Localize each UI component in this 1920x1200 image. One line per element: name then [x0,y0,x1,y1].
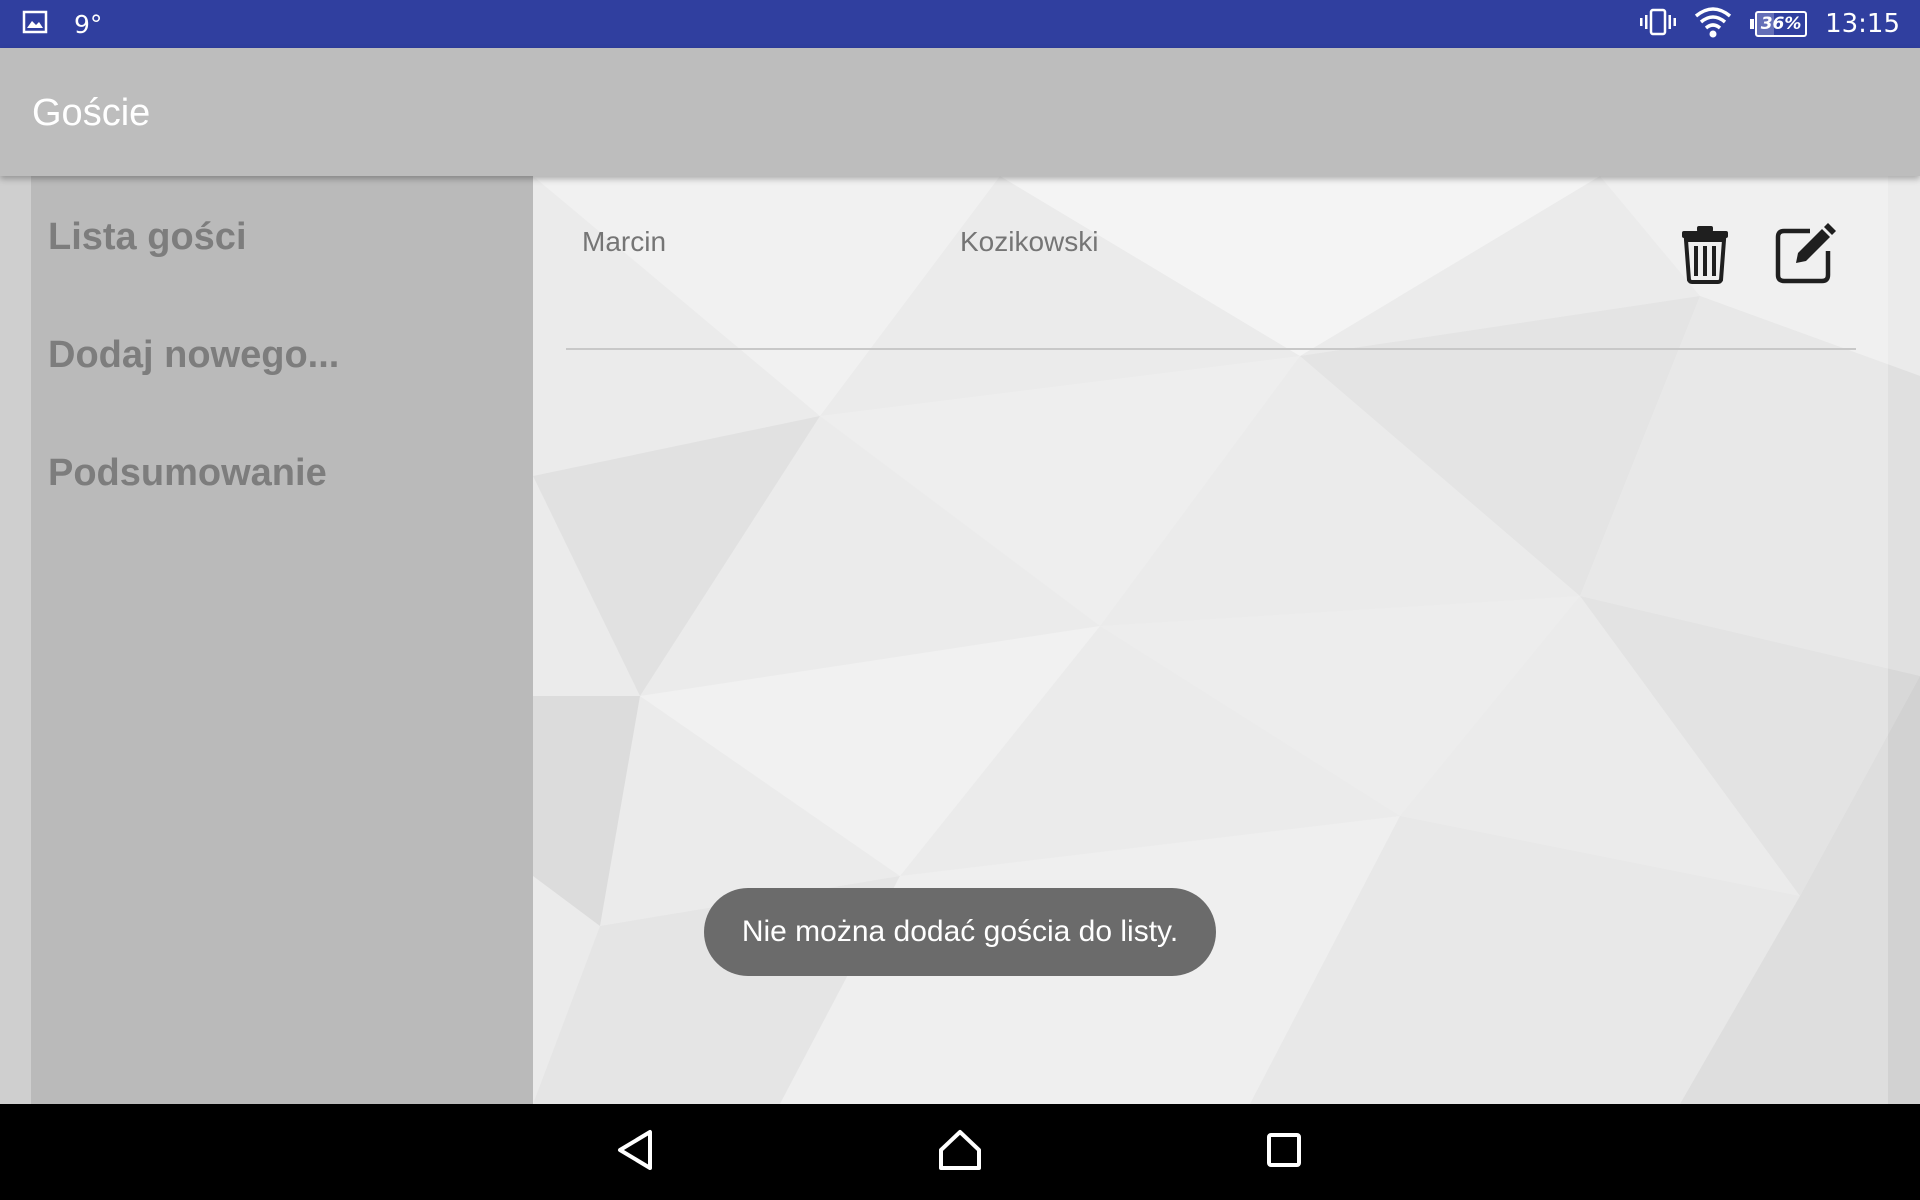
toast-message: Nie można dodać gościa do listy. [704,888,1216,976]
temperature-indicator: 9° [74,9,103,39]
battery-icon: 36% [1750,11,1808,37]
app-bar: Goście [0,48,1920,176]
battery-level: 36% [1760,14,1802,34]
guest-last-name: Kozikowski [960,226,1099,257]
list-item[interactable]: Marcin Kozikowski [533,176,1888,348]
trash-icon [1679,224,1731,289]
delete-guest-button[interactable] [1673,224,1737,288]
sidebar: Lista gości Dodaj nowego... Podsumowanie [31,176,533,1104]
back-button[interactable] [606,1124,666,1180]
wifi-icon [1694,6,1732,43]
recents-button[interactable] [1254,1124,1314,1180]
vibrate-icon [1640,7,1677,42]
sidebar-item-add-new[interactable]: Dodaj nowego... [48,334,339,377]
clock: 13:15 [1825,9,1900,39]
sidebar-item-guest-list[interactable]: Lista gości [48,216,247,259]
battery-tip [1750,19,1755,29]
navigation-bar [0,1104,1920,1200]
row-divider [566,348,1856,350]
sidebar-item-summary[interactable]: Podsumowanie [48,452,327,495]
battery-body: 36% [1755,11,1808,37]
guest-first-name: Marcin [582,226,667,257]
edit-guest-button[interactable] [1773,222,1837,290]
page-title: Goście [32,92,151,134]
recents-icon [1266,1132,1302,1173]
home-icon [937,1128,983,1177]
edit-icon [1774,222,1836,290]
status-bar: 9° 36% 13:15 [0,0,1920,48]
back-icon [616,1128,656,1177]
image-icon [22,10,48,39]
home-button[interactable] [930,1124,990,1180]
